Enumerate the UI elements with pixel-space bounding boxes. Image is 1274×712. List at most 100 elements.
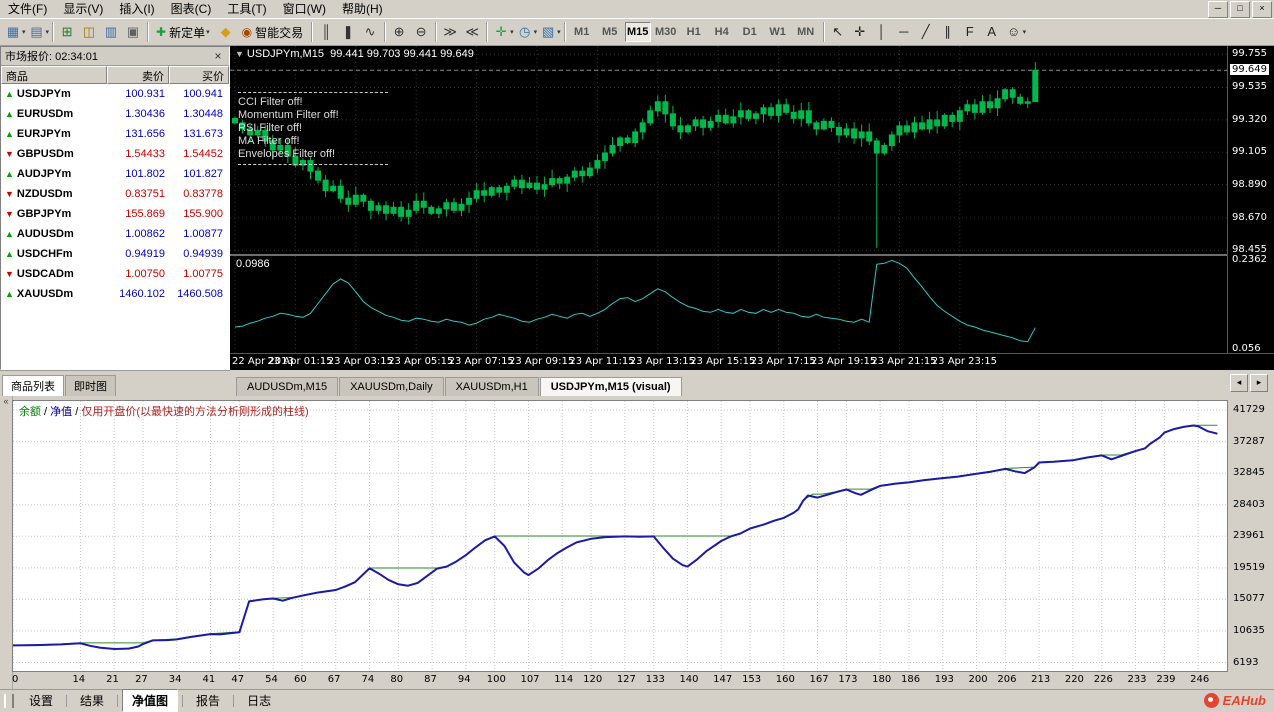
crosshair-icon[interactable]: ✛ [850,22,870,42]
chart-tab[interactable]: USDJPYm,M15 (visual) [539,377,682,396]
new-order-button[interactable]: ✚ 新定单 ▾ [151,21,215,43]
table-row[interactable]: ▲ USDCHFm 0.94919 0.94939 [1,244,229,264]
table-row[interactable]: ▲ AUDUSDm 1.00862 1.00877 [1,224,229,244]
chart-tab[interactable]: XAUUSDm,Daily [339,377,444,396]
menu-item[interactable]: 显示(V) [55,0,111,18]
tab-scroll-left-icon[interactable]: ◂ [1230,374,1248,392]
tester-tab-3[interactable]: 净值图 [122,689,179,712]
line-chart-icon[interactable]: ∿ [360,22,380,42]
profiles-icon[interactable]: ▤ [27,22,47,42]
menu-item[interactable]: 文件(F) [0,0,55,18]
bid-cell: 100.931 [125,88,165,100]
bid-cell: 0.83751 [125,188,165,200]
table-row[interactable]: ▲ AUDJPYm 101.802 101.827 [1,164,229,184]
menu-item[interactable]: 窗口(W) [275,0,334,18]
indicator-chart[interactable] [230,256,1228,354]
dropdown-arrow-icon: ▾ [1022,29,1027,36]
y-tick: 32845 [1233,467,1265,479]
bar-chart-icon[interactable]: ║ [316,22,336,42]
tester-tab-5[interactable]: 日志 [238,690,280,711]
market-watch-tab[interactable]: 即时图 [65,375,116,396]
time-axis[interactable]: 22 Apr 2013 23 Apr 01:15 23 Apr 03:15 23 Ap… [230,353,1274,370]
channel-icon[interactable]: ∥ [938,22,958,42]
alerts-icon[interactable]: ◆ [216,22,236,42]
auto-scroll-icon[interactable]: ≫ [440,22,460,42]
table-row[interactable]: ▼ GBPJPYm 155.869 155.900 [1,204,229,224]
new-chart-icon[interactable]: ▦ [3,22,23,42]
expert-advisors-button[interactable]: ◉ 智能交易 [237,21,309,43]
indicator-tick: 0.056 [1232,342,1261,354]
chart-shift-icon[interactable]: ≪ [462,22,482,42]
table-row[interactable]: ▲ USDJPYm 100.931 100.941 [1,84,229,104]
timeframe-button-mn[interactable]: MN [793,22,819,42]
chart-tab[interactable]: XAUUSDm,H1 [444,377,539,396]
tester-tab-1[interactable]: 设置 [20,690,62,711]
candlestick-icon[interactable]: ❚ [338,22,358,42]
minimize-button[interactable]: ─ [1208,1,1228,18]
periods-icon[interactable]: ◷ [515,22,535,42]
timeframe-button-d1[interactable]: D1 [737,22,763,42]
timeframe-button-h1[interactable]: H1 [681,22,707,42]
table-row[interactable]: ▲ XAUUSDm 1460.102 1460.508 [1,284,229,304]
navigator-icon[interactable]: ▥ [101,22,121,42]
horizontal-line-icon[interactable]: ─ [894,22,914,42]
toolbar-separator [822,22,824,42]
timeframe-button-w1[interactable]: W1 [765,22,791,42]
arrows-icon[interactable]: ☺ [1004,22,1024,42]
market-watch-tabs: 商品列表 即时图 [0,370,230,396]
table-row[interactable]: ▼ NZDUSDm 0.83751 0.83778 [1,184,229,204]
timeframe-button-m30[interactable]: M30 [653,22,679,42]
table-row[interactable]: ▲ EURUSDm 1.30436 1.30448 [1,104,229,124]
indicator-value: 0.0986 [236,258,270,270]
terminal-icon[interactable]: ▣ [123,22,143,42]
table-row[interactable]: ▼ USDCADm 1.00750 1.00775 [1,264,229,284]
price-scale[interactable]: 99.755 99.649 99.535 99.320 99.105 98.890 98.6… [1227,46,1274,354]
indicators-icon[interactable]: ✛ [491,22,511,42]
templates-icon[interactable]: ▧ [538,22,558,42]
overlay-line: MA Filter off! [238,135,300,147]
tab-scroll-right-icon[interactable]: ▸ [1250,374,1268,392]
arrow-up-icon: ▲ [5,109,14,119]
table-row[interactable]: ▲ EURJPYm 131.656 131.673 [1,124,229,144]
menu-item[interactable]: 帮助(H) [334,0,391,18]
timeframe-button-m5[interactable]: M5 [597,22,623,42]
zoom-out-icon[interactable]: ⊖ [411,22,431,42]
market-watch-header: 市场报价: 02:34:01 × [1,47,229,66]
timeframe-button-h4[interactable]: H4 [709,22,735,42]
panel-grip[interactable] [4,693,14,708]
time-tick: 23 Apr 23:15 [931,356,997,367]
chart-window[interactable]: ▼ USDJPYm,M15 99.441 99.703 99.441 99.649… [230,46,1274,370]
equity-plot[interactable]: 余额 / 净值 / 仅用开盘价(以最快速的方法分析刚形成的柱线) [12,400,1228,672]
trendline-icon[interactable]: ╱ [916,22,936,42]
market-watch-icon[interactable]: ⊞ [57,22,77,42]
menu-item[interactable]: 图表(C) [163,0,220,18]
timeframe-button-m1[interactable]: M1 [569,22,595,42]
y-tick: 10635 [1233,624,1265,636]
ask-cell: 1.54452 [183,148,223,160]
fibonacci-icon[interactable]: F [960,22,980,42]
timeframe-button-m15[interactable]: M15 [624,22,651,42]
bid-cell: 101.802 [125,168,165,180]
vertical-line-icon[interactable]: │ [872,22,892,42]
text-icon[interactable]: A [982,22,1002,42]
menu-item[interactable]: 插入(I) [111,0,162,18]
menu-item[interactable]: 工具(T) [219,0,274,18]
x-tick: 107 [520,674,540,685]
table-row[interactable]: ▼ GBPUSDm 1.54433 1.54452 [1,144,229,164]
restore-button[interactable]: □ [1230,1,1250,18]
data-window-icon[interactable]: ◫ [79,22,99,42]
close-button[interactable]: × [1252,1,1272,18]
market-watch-tab[interactable]: 商品列表 [2,375,64,396]
bid-cell: 131.656 [125,128,165,140]
cursor-icon[interactable]: ↖ [828,22,848,42]
arrow-down-icon: ▼ [5,269,14,279]
chart-tab[interactable]: AUDUSDm,M15 [236,377,339,396]
x-tick: 67 [327,674,341,685]
market-watch-close-icon[interactable]: × [211,49,225,63]
equity-chart[interactable] [13,401,1227,671]
chart-dropdown-icon[interactable]: ▼ [235,49,244,59]
bid-cell: 0.94919 [125,248,165,260]
tester-tab-2[interactable]: 结果 [71,690,113,711]
tester-tab-4[interactable]: 报告 [187,690,229,711]
zoom-in-icon[interactable]: ⊕ [389,22,409,42]
